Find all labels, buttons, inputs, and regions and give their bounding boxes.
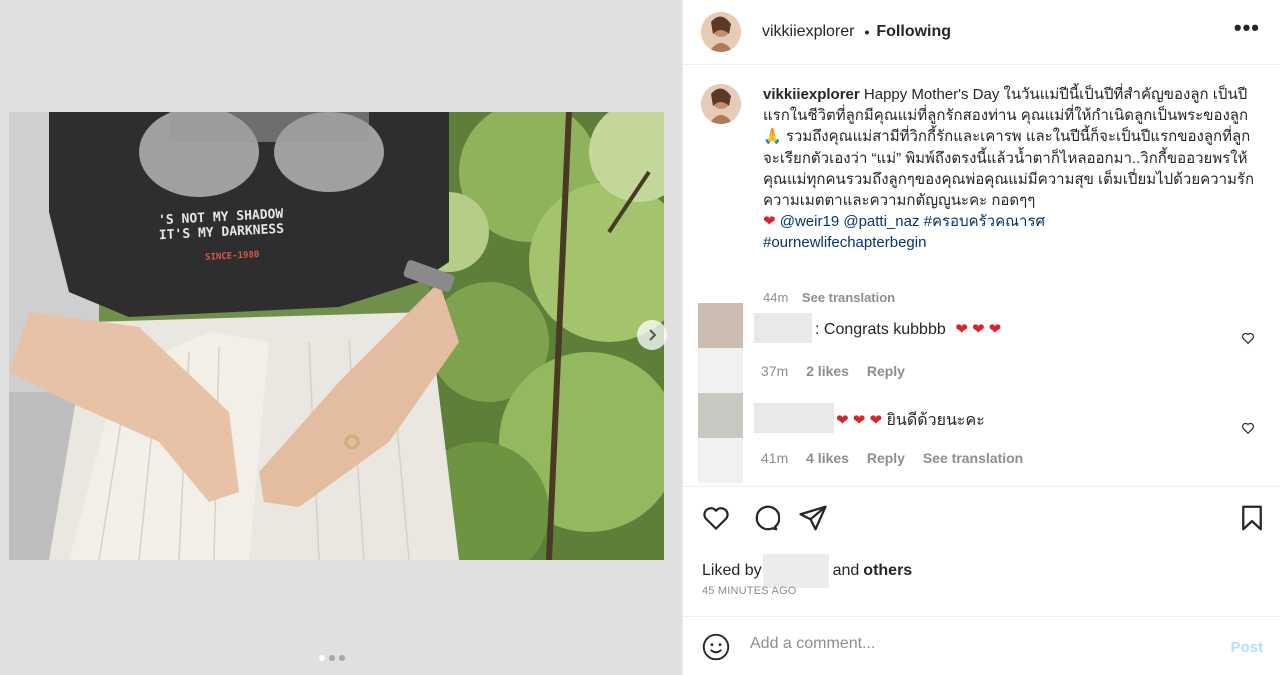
mention-patti-naz[interactable]: @patti_naz bbox=[843, 213, 919, 230]
liked-by-others-link[interactable]: others bbox=[863, 562, 912, 580]
add-comment-bar: Post bbox=[683, 616, 1280, 675]
slide-dot-3 bbox=[339, 655, 345, 661]
slide-dot-2 bbox=[329, 655, 335, 661]
slide-indicator bbox=[319, 655, 345, 661]
hashtag-newlife[interactable]: #ournewlifechapterbegin bbox=[763, 234, 926, 251]
hashtag-family[interactable]: #ครอบครัวคณารศ bbox=[924, 213, 1045, 230]
post-photo[interactable]: 'S NOT MY SHADOW IT'S MY DARKNESS SINCE-… bbox=[9, 112, 664, 560]
liked-by-and: and bbox=[832, 562, 860, 579]
liked-by: Liked by and others bbox=[702, 554, 912, 588]
comment-text: ❤ ❤ ❤ ยินดีด้วยนะคะ bbox=[836, 408, 985, 433]
share-send-icon[interactable] bbox=[798, 503, 828, 533]
comment-meta: 41m 4 likes Reply See translation bbox=[761, 450, 1037, 466]
comment-likes[interactable]: 4 likes bbox=[806, 450, 849, 466]
post-timestamp[interactable]: 45 MINUTES AGO bbox=[702, 585, 797, 597]
comment-item: ❤ ❤ ❤ ยินดีด้วยนะคะ 41m 4 likes Reply Se… bbox=[698, 393, 1263, 483]
comment-time: 41m bbox=[761, 450, 789, 466]
comment-body: ยินดีด้วยนะคะ bbox=[886, 412, 985, 429]
media-pane: 'S NOT MY SHADOW IT'S MY DARKNESS SINCE-… bbox=[0, 0, 682, 675]
post-button[interactable]: Post bbox=[1230, 639, 1263, 656]
comments-area[interactable]: vikkiiexplorer Happy Mother's Day ในวันแ… bbox=[683, 66, 1280, 486]
commenter-name-redacted[interactable] bbox=[754, 403, 834, 433]
comment-body: : Congrats kubbbb bbox=[815, 321, 946, 338]
post-actions: Liked by and others 45 MINUTES AGO bbox=[683, 486, 1280, 616]
slide-dot-1 bbox=[319, 655, 325, 661]
liked-by-prefix: Liked by bbox=[702, 562, 762, 579]
caption-username[interactable]: vikkiiexplorer bbox=[763, 86, 860, 103]
avatar[interactable] bbox=[701, 12, 741, 52]
comment-likes[interactable]: 2 likes bbox=[806, 363, 849, 379]
heart-icon[interactable] bbox=[1241, 331, 1255, 345]
reply-button[interactable]: Reply bbox=[867, 363, 905, 379]
following-button[interactable]: Following bbox=[876, 23, 951, 41]
heart-icon[interactable] bbox=[1241, 421, 1255, 435]
comment-hearts: ❤ ❤ ❤ bbox=[836, 412, 883, 429]
liked-by-user-redacted[interactable] bbox=[762, 554, 829, 588]
bookmark-icon[interactable] bbox=[1237, 503, 1267, 533]
comment-item: : Congrats kubbbb ❤ ❤ ❤ 37m 2 likes Repl… bbox=[698, 303, 1263, 393]
next-slide-button[interactable] bbox=[637, 320, 667, 350]
commenter-name-redacted[interactable] bbox=[754, 313, 812, 343]
see-translation-button[interactable]: See translation bbox=[923, 450, 1023, 466]
commenter-avatar-placeholder bbox=[698, 438, 743, 483]
comment-bubble-icon[interactable] bbox=[750, 503, 780, 533]
more-options-button[interactable]: ••• bbox=[1234, 17, 1260, 39]
comment-time: 37m bbox=[761, 363, 789, 379]
caption-avatar[interactable] bbox=[701, 84, 741, 124]
post-header: vikkiiexplorer • Following ••• bbox=[683, 0, 1280, 65]
header-separator: • bbox=[864, 24, 870, 40]
comment-input[interactable] bbox=[750, 635, 1190, 653]
heart-emoji: ❤ bbox=[763, 213, 776, 231]
reply-button[interactable]: Reply bbox=[867, 450, 905, 466]
comment-text: : Congrats kubbbb ❤ ❤ ❤ bbox=[815, 320, 1001, 339]
chevron-right-icon bbox=[649, 329, 657, 341]
comment-meta: 37m 2 likes Reply bbox=[761, 363, 919, 379]
mention-weir19[interactable]: @weir19 bbox=[780, 213, 839, 230]
caption-text: vikkiiexplorer Happy Mother's Day ในวันแ… bbox=[763, 84, 1263, 254]
like-heart-icon[interactable] bbox=[701, 503, 731, 533]
emoji-icon[interactable] bbox=[702, 633, 730, 661]
shirt-print: 'S NOT MY SHADOW IT'S MY DARKNESS SINCE-… bbox=[158, 203, 360, 265]
comment-hearts: ❤ ❤ ❤ bbox=[955, 321, 1002, 338]
commenter-avatar[interactable] bbox=[698, 303, 743, 348]
header-username[interactable]: vikkiiexplorer bbox=[762, 23, 854, 41]
post-side-panel: vikkiiexplorer • Following ••• vikkiiexp… bbox=[682, 0, 1280, 675]
commenter-avatar-placeholder bbox=[698, 348, 743, 393]
commenter-avatar[interactable] bbox=[698, 393, 743, 438]
caption-body: Happy Mother's Day ในวันแม่ปีนี้เป็นปีที… bbox=[763, 86, 1255, 210]
